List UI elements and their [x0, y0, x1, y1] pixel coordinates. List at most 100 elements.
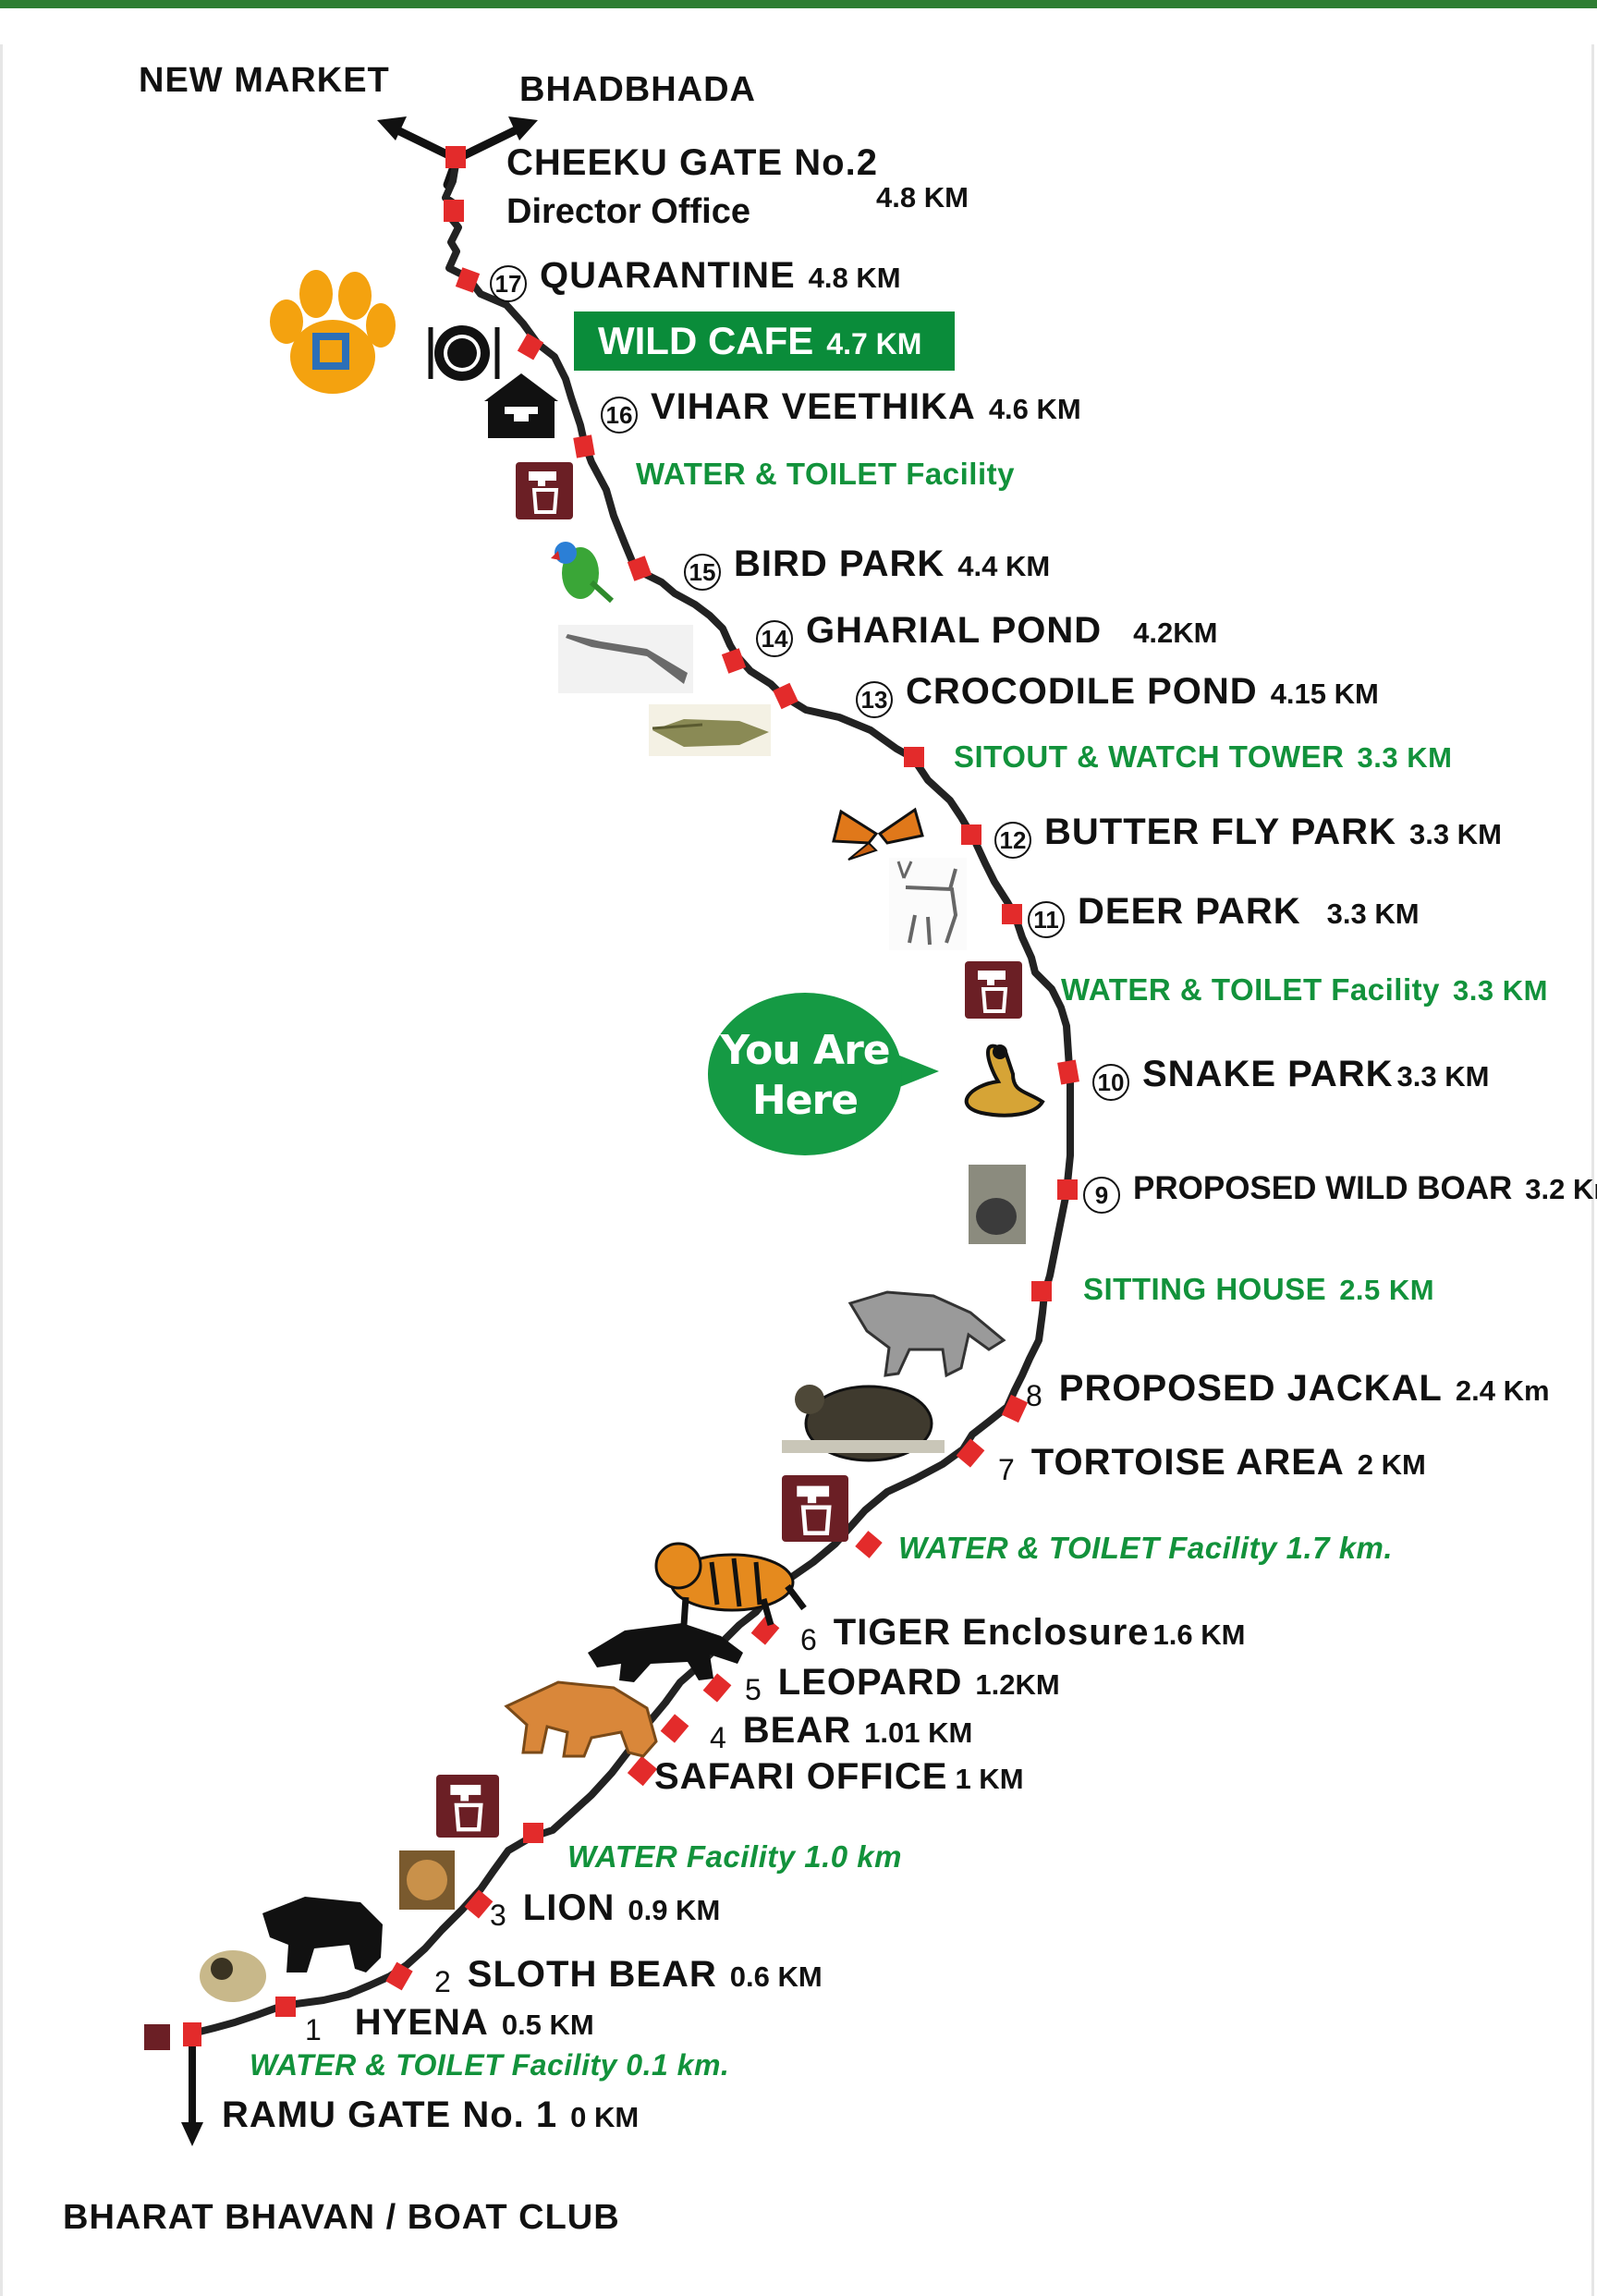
stop-12: 12 BUTTER FLY PARK 3.3 KM	[994, 812, 1502, 859]
stop-name: VIHAR VEETHIKA	[651, 386, 976, 427]
small-tap-icon	[144, 2024, 170, 2050]
hyena-photo	[200, 1950, 266, 2002]
stop-distance: 1.6 KM	[1152, 1618, 1246, 1651]
stop-name: PROPOSED WILD BOAR	[1133, 1170, 1513, 1206]
stop-number: 1	[305, 2013, 322, 2047]
stop-17: 17 QUARANTINE 4.8 KM	[490, 255, 901, 302]
destination-bhadbhada: BHADBHADA	[519, 70, 756, 109]
snake-illustration	[964, 1044, 1045, 1117]
marker-water10	[523, 1823, 543, 1843]
plate-icon	[428, 325, 500, 381]
stop-8: 8 PROPOSED JACKAL 2.4 Km	[1026, 1368, 1550, 1413]
safari-office: SAFARI OFFICE 1 KM	[654, 1756, 1024, 1798]
marker-deer	[1002, 904, 1022, 924]
stop-name: LEOPARD	[777, 1662, 963, 1703]
stop-distance: 4.8 KM	[808, 262, 901, 294]
stop-name: BUTTER FLY PARK	[1044, 812, 1396, 852]
marker-bear	[660, 1714, 689, 1743]
marker-start	[183, 2022, 201, 2046]
facility-sitout-distance: 3.3 KM	[1357, 741, 1453, 774]
stop-name: TIGER Enclosure	[833, 1612, 1150, 1653]
marker-sitout	[904, 747, 924, 767]
facility-water-toilet-mid-distance: 3.3 KM	[1452, 974, 1548, 1007]
stop-name: QUARANTINE	[540, 255, 796, 296]
stop-distance: 4.15 KM	[1270, 678, 1379, 710]
sloth-bear-illustration	[262, 1897, 383, 1972]
stop-4: 4 BEAR 1.01 KM	[710, 1710, 972, 1755]
stop-6: 6 TIGER Enclosure 1.6 KM	[800, 1612, 1245, 1657]
marker-tortoise	[956, 1438, 985, 1468]
facility-sitout: SITOUT & WATCH TOWER 3.3 KM	[954, 739, 1452, 775]
you-are-here-line2: Here	[751, 1077, 859, 1124]
wild-boar-photo	[969, 1165, 1026, 1244]
wild-cafe-distance: 4.7 KM	[826, 327, 922, 360]
stop-distance: 3.3 KM	[1408, 818, 1502, 850]
stop-name: PROPOSED JACKAL	[1058, 1368, 1443, 1409]
facility-sitout-name: SITOUT & WATCH TOWER	[954, 739, 1345, 774]
marker-director	[444, 200, 464, 222]
stop-11: 11 DEER PARK 3.3 KM	[1028, 891, 1420, 938]
destination-new-market: NEW MARKET	[139, 61, 390, 100]
leopard-illustration	[588, 1623, 743, 1682]
stop-name: LION	[522, 1887, 616, 1928]
stop-name: HYENA	[354, 2002, 489, 2043]
stop-2: 2 SLOTH BEAR 0.6 KM	[434, 1954, 823, 1999]
stop-distance: 2 KM	[1357, 1448, 1426, 1481]
house-icon	[484, 373, 558, 438]
stop-distance: 1.01 KM	[864, 1716, 973, 1749]
stop-number: 11	[1028, 900, 1065, 938]
stop-number: 8	[1026, 1379, 1042, 1413]
stop-9: 9 PROPOSED WILD BOAR 3.2 Km	[1083, 1170, 1597, 1214]
gate2-distance: 4.8 KM	[876, 181, 969, 214]
stop-5: 5 LEOPARD 1.2KM	[745, 1662, 1060, 1707]
stop-name: BIRD PARK	[734, 543, 945, 584]
wild-cafe-label: WILD CAFE 4.7 KM	[574, 311, 955, 371]
stop-distance: 3.3 KM	[1326, 898, 1420, 930]
stop-distance: 4.6 KM	[988, 393, 1081, 425]
stop-number: 2	[434, 1965, 451, 1999]
stop-distance: 4.4 KM	[957, 550, 1051, 582]
stop-number: 15	[684, 553, 721, 591]
jackal-illustration	[847, 1290, 1006, 1378]
stop-7: 7 TORTOISE AREA 2 KM	[998, 1442, 1426, 1487]
you-are-here-line1: You Are	[720, 1027, 890, 1074]
marker-gharial	[721, 648, 747, 674]
stop-16: 16 VIHAR VEETHIKA 4.6 KM	[601, 386, 1081, 434]
marker-lion	[464, 1889, 494, 1919]
safari-office-name: SAFARI OFFICE	[654, 1756, 948, 1797]
marker-wildcafe	[517, 333, 544, 360]
marker-vihar	[573, 434, 595, 458]
stop-14: 14 GHARIAL POND 4.2KM	[756, 610, 1217, 657]
facility-sitting-house-name: SITTING HOUSE	[1083, 1272, 1327, 1306]
stop-number: 10	[1092, 1063, 1129, 1101]
gharial-illustration	[558, 625, 693, 693]
stop-name: SNAKE PARK	[1142, 1054, 1394, 1094]
stop-distance: 1.2KM	[975, 1668, 1060, 1701]
safari-office-distance: 1 KM	[955, 1763, 1024, 1795]
water-tap-icon	[436, 1775, 499, 1838]
marker-snake	[1057, 1059, 1079, 1085]
stop-3: 3 LION 0.9 KM	[490, 1887, 720, 1933]
stop-number: 17	[490, 264, 527, 302]
stop-number: 7	[998, 1453, 1015, 1487]
deer-illustration	[889, 858, 967, 950]
stop-number: 14	[756, 619, 793, 657]
paw-logo-icon	[270, 270, 396, 394]
stop-number: 9	[1083, 1176, 1120, 1214]
stop-1: 1 HYENA 0.5 KM	[305, 2002, 594, 2047]
facility-sitting-house-distance: 2.5 KM	[1339, 1274, 1435, 1306]
stop-distance: 0.5 KM	[501, 2009, 594, 2041]
water-tap-icon	[965, 961, 1022, 1019]
stop-distance: 0.6 KM	[729, 1960, 823, 1993]
stop-number: 12	[994, 821, 1031, 859]
stop-number: 16	[601, 396, 638, 434]
marker-wt17	[855, 1531, 883, 1558]
crocodile-illustration	[649, 704, 771, 756]
stop-distance: 2.4 Km	[1455, 1374, 1550, 1407]
stop-name: TORTOISE AREA	[1030, 1442, 1345, 1483]
facility-water-toilet-01: WATER & TOILET Facility 0.1 km.	[250, 2048, 730, 2082]
stop-distance: 4.2KM	[1133, 617, 1218, 649]
stop-name: DEER PARK	[1078, 891, 1301, 932]
butterfly-illustration	[832, 807, 924, 861]
stop-13: 13 CROCODILE POND 4.15 KM	[856, 671, 1379, 718]
